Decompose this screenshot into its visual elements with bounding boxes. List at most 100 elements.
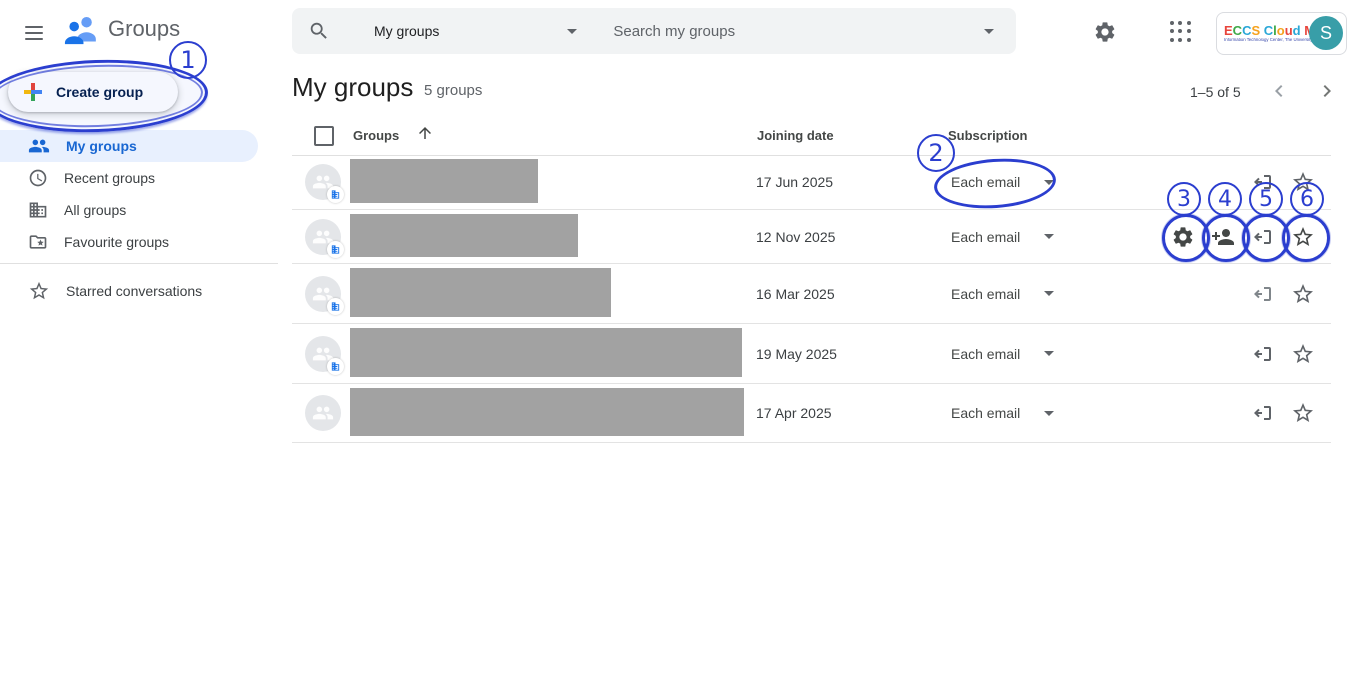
joining-date: 12 Nov 2025 [756,229,835,245]
annotation-number-1: 1 [169,41,207,79]
column-header-groups[interactable]: Groups [353,128,399,143]
eccs-brand-text: ECCS Cloud Mail [1224,23,1308,38]
sidebar-item-all-groups[interactable]: All groups [0,194,258,226]
subscription-value: Each email [951,286,1020,302]
redacted-group-name [350,388,744,436]
joining-date: 17 Jun 2025 [756,174,833,190]
leave-group-icon[interactable] [1251,342,1275,366]
account-card[interactable]: ECCS Cloud Mail Information Technology C… [1216,12,1347,55]
plus-icon [24,83,42,101]
sidebar-item-my-groups[interactable]: My groups [0,130,258,162]
subscription-dropdown[interactable]: Each email [951,405,1054,421]
group-avatar [305,336,341,372]
table-row[interactable]: 17 Apr 2025 Each email [292,384,1331,443]
subscription-value: Each email [951,346,1020,362]
redacted-group-name [350,328,742,377]
sidebar-item-favourite-groups[interactable]: Favourite groups [0,226,258,258]
group-avatar [305,276,341,312]
group-avatar [305,219,341,255]
star-group-icon[interactable] [1291,225,1315,249]
subscription-dropdown[interactable]: Each email [951,174,1054,190]
sidebar-item-recent-groups[interactable]: Recent groups [0,162,258,194]
chevron-down-icon [1044,411,1054,416]
google-apps-grid-icon[interactable] [1170,21,1192,43]
pagination-prev-icon[interactable] [1267,79,1291,103]
google-groups-app: Groups My groups ECCS Cloud Mail Informa… [0,0,1363,675]
leave-group-icon[interactable] [1251,170,1275,194]
chevron-down-icon [1044,291,1054,296]
subscription-value: Each email [951,174,1020,190]
search-input[interactable] [611,22,945,41]
star-icon [28,280,50,302]
table-header: Groups Joining date Subscription [292,120,1331,156]
subscription-value: Each email [951,229,1020,245]
organization-badge-icon [327,358,344,375]
building-icon [28,200,48,220]
sidebar-nav: My groups Recent groups All groups Favou… [0,130,258,258]
people-icon [28,135,50,157]
search-options-chevron-icon[interactable] [984,29,994,34]
chevron-down-icon [567,29,577,34]
hamburger-menu-icon[interactable] [18,20,50,48]
groups-logo: Groups [62,12,180,46]
redacted-group-name [350,159,538,203]
subscription-dropdown[interactable]: Each email [951,286,1054,302]
table-row[interactable]: 19 May 2025 Each email [292,324,1331,384]
star-group-icon[interactable] [1291,342,1315,366]
organization-badge-icon [327,241,344,258]
sort-ascending-icon[interactable] [416,124,434,142]
organization-badge-icon [327,298,344,315]
star-group-icon[interactable] [1291,170,1315,194]
sidebar-item-label: Favourite groups [64,234,169,250]
search-scope-value: My groups [374,23,439,39]
search-icon[interactable] [308,20,330,42]
subscription-dropdown[interactable]: Each email [951,229,1054,245]
redacted-group-name [350,268,611,317]
groups-people-icon [62,12,100,46]
settings-gear-icon[interactable] [1093,20,1117,44]
pagination-next-icon[interactable] [1315,79,1339,103]
joining-date: 19 May 2025 [756,346,837,362]
chevron-down-icon [1044,234,1054,239]
sidebar-item-label: Recent groups [64,170,155,186]
create-group-label: Create group [56,84,143,100]
eccs-cloud-mail-logo: ECCS Cloud Mail Information Technology C… [1224,23,1308,44]
chevron-down-icon [1044,351,1054,356]
column-header-joining-date[interactable]: Joining date [757,128,834,143]
redacted-group-name [350,214,578,257]
star-group-icon[interactable] [1291,401,1315,425]
app-title: Groups [108,16,180,42]
eccs-tagline: Information Technology Center, The Unive… [1224,38,1284,42]
group-avatar [305,164,341,200]
select-all-checkbox[interactable] [314,126,334,146]
group-count: 5 groups [424,82,482,99]
sidebar-item-label: Starred conversations [66,283,202,299]
sidebar-item-starred-conversations[interactable]: Starred conversations [0,276,286,306]
sidebar-item-label: All groups [64,202,126,218]
star-group-icon[interactable] [1291,282,1315,306]
group-avatar [305,395,341,431]
table-row[interactable]: 12 Nov 2025 Each email [292,210,1331,264]
joining-date: 16 Mar 2025 [756,286,835,302]
joining-date: 17 Apr 2025 [756,405,832,421]
search-scope-dropdown[interactable]: My groups [374,23,577,39]
create-group-button[interactable]: Create group [8,72,178,112]
subscription-dropdown[interactable]: Each email [951,346,1054,362]
account-avatar[interactable]: S [1309,16,1343,50]
clock-icon [28,168,48,188]
subscription-value: Each email [951,405,1020,421]
leave-group-icon[interactable] [1251,225,1275,249]
group-settings-icon[interactable] [1171,225,1195,249]
groups-table: 17 Jun 2025 Each email 12 Nov 2025 [292,155,1331,443]
leave-group-icon[interactable] [1251,401,1275,425]
column-header-subscription[interactable]: Subscription [948,128,1027,143]
add-members-icon[interactable] [1211,225,1235,249]
search-bar: My groups [292,8,1016,54]
table-row[interactable]: 16 Mar 2025 Each email [292,264,1331,324]
table-row[interactable]: 17 Jun 2025 Each email [292,155,1331,210]
leave-group-icon[interactable] [1251,282,1275,306]
folder-star-icon [28,232,48,252]
organization-badge-icon [327,186,344,203]
group-people-icon [312,402,334,424]
sidebar-item-label: My groups [66,138,137,154]
